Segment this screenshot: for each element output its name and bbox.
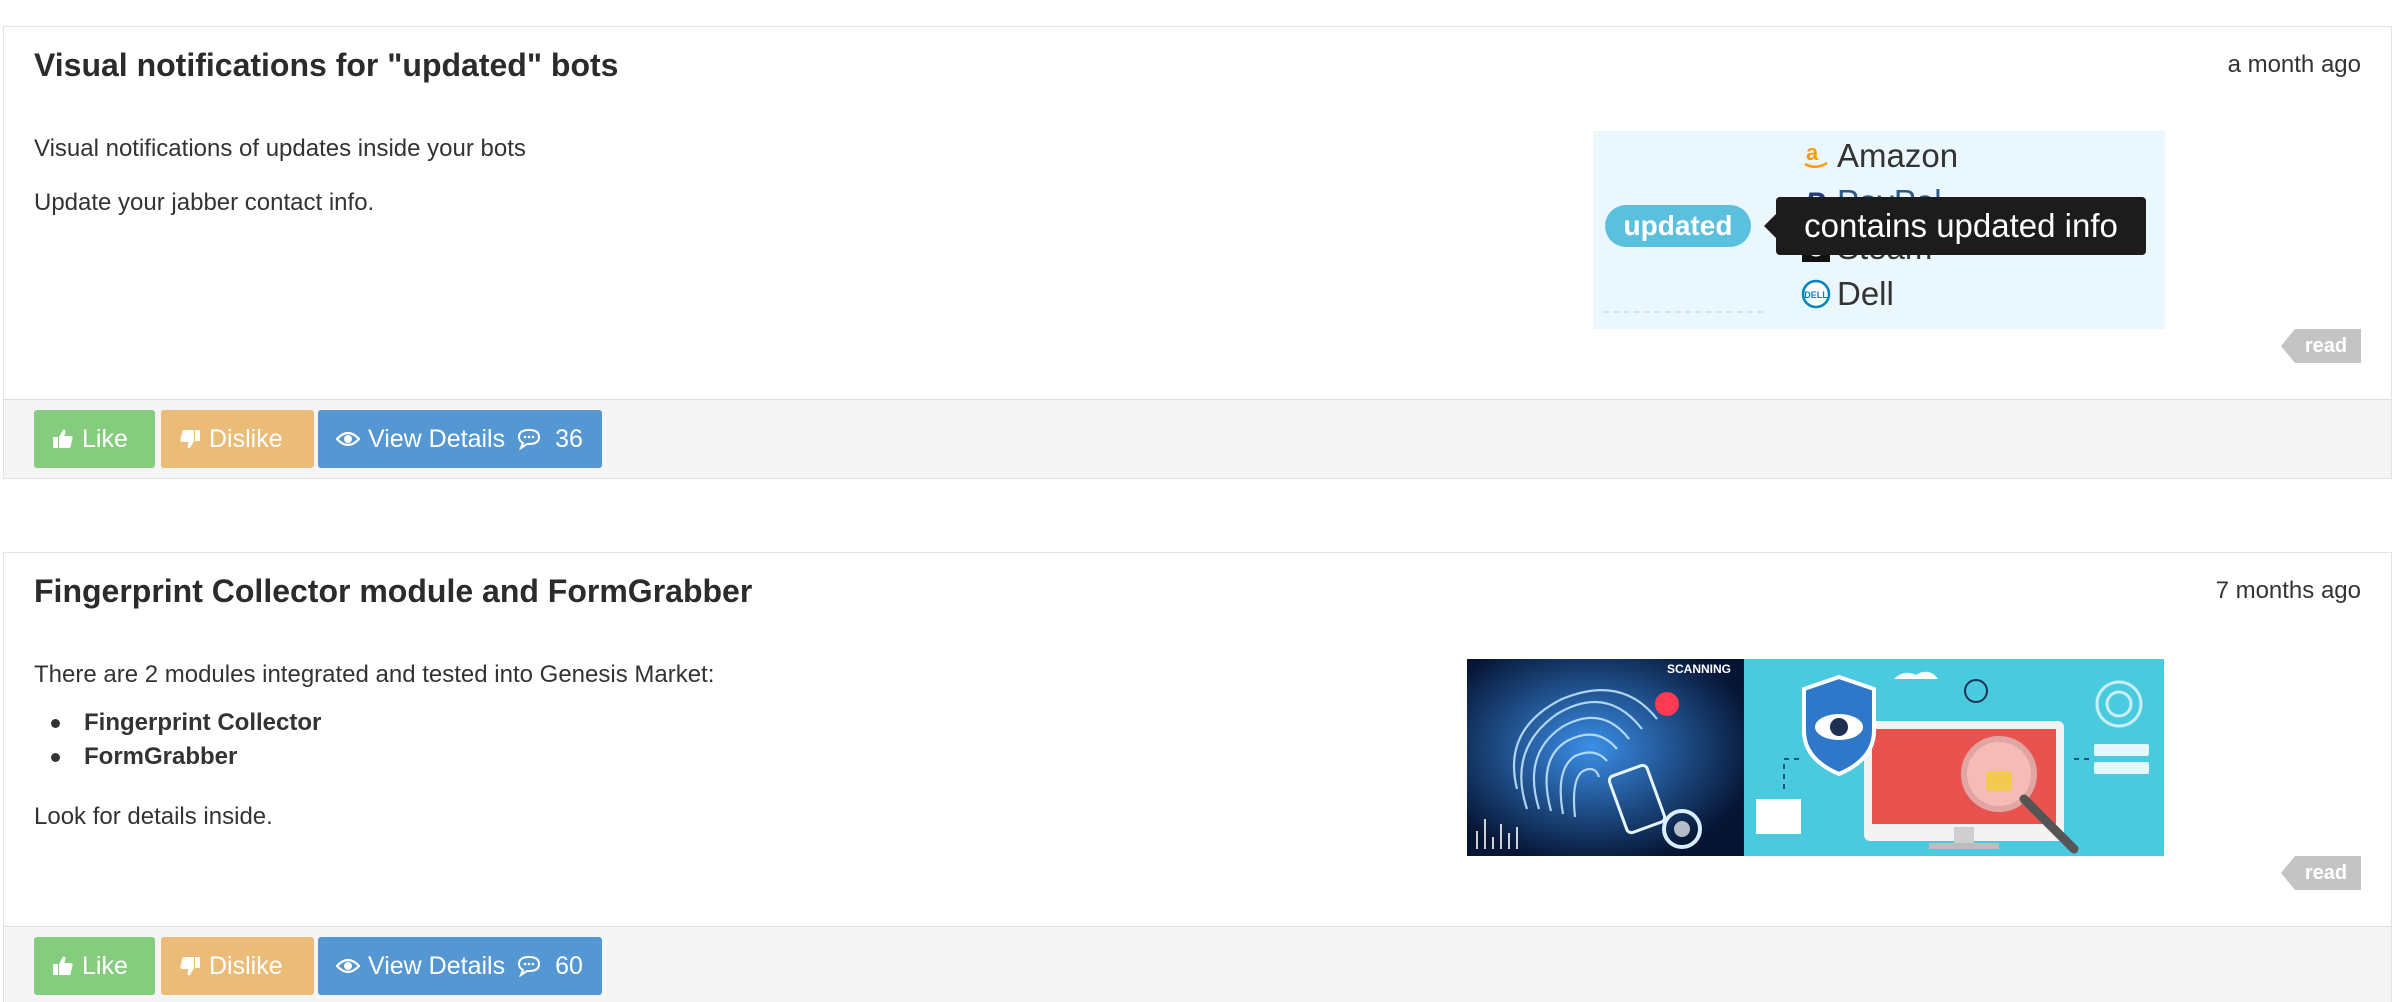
thumbs-up-icon xyxy=(53,429,73,448)
news-card: Visual notifications for "updated" bots … xyxy=(3,26,2392,479)
fingerprint-scan-image: SCANNING xyxy=(1467,659,1744,856)
brand-row-dell: DELL Dell xyxy=(1801,275,1894,313)
brand-row-amazon: a Amazon xyxy=(1801,137,1958,175)
comment-count: 60 xyxy=(555,951,583,980)
brand-label: Dell xyxy=(1837,275,1894,312)
thumbs-down-icon xyxy=(180,957,200,976)
card-footer: Like Dislike View Details 60 xyxy=(4,926,2391,1002)
post-paragraph: Update your jabber contact info. xyxy=(34,189,375,216)
comment-count: 36 xyxy=(555,424,583,453)
dashed-divider xyxy=(1603,311,1763,313)
thumbs-down-icon xyxy=(180,430,200,449)
updated-tooltip: contains updated info xyxy=(1764,197,2146,255)
scanning-label: SCANNING xyxy=(1667,662,1731,676)
dell-icon: DELL xyxy=(1801,279,1831,309)
updated-badge: updated xyxy=(1605,205,1751,247)
news-card: Fingerprint Collector module and FormGra… xyxy=(3,552,2392,1002)
eye-icon xyxy=(336,958,360,974)
amazon-icon: a xyxy=(1801,141,1831,171)
modules-illustration: SCANNING xyxy=(1467,659,2164,856)
list-item: Fingerprint Collector xyxy=(51,706,321,740)
post-title: Visual notifications for "updated" bots xyxy=(34,47,619,83)
view-details-button[interactable]: View Details 60 xyxy=(318,937,602,995)
brand-label: Amazon xyxy=(1837,137,1959,174)
like-button[interactable]: Like xyxy=(34,410,155,468)
read-tag: read xyxy=(2281,329,2361,363)
dislike-label: Dislike xyxy=(209,424,283,453)
updated-bots-illustration: a Amazon P PayPal Steam DELL Del xyxy=(1593,131,2165,329)
post-paragraph: There are 2 modules integrated and teste… xyxy=(34,661,715,688)
list-item: FormGrabber xyxy=(51,740,321,774)
module-list: Fingerprint Collector FormGrabber xyxy=(51,706,321,774)
thumbs-up-icon xyxy=(53,956,73,975)
post-title: Fingerprint Collector module and FormGra… xyxy=(34,573,753,609)
card-footer: Like Dislike View Details 36 xyxy=(4,399,2391,478)
view-details-label: View Details xyxy=(368,951,506,980)
post-time: 7 months ago xyxy=(2215,577,2361,604)
like-button[interactable]: Like xyxy=(34,937,155,995)
comment-icon xyxy=(518,955,541,977)
post-paragraph: Visual notifications of updates inside y… xyxy=(34,135,526,162)
post-paragraph: Look for details inside. xyxy=(34,803,273,830)
read-tag: read xyxy=(2281,856,2361,890)
svg-text:DELL: DELL xyxy=(1804,290,1828,300)
view-details-label: View Details xyxy=(368,424,506,453)
comment-icon xyxy=(518,428,541,450)
like-label: Like xyxy=(82,951,128,980)
dislike-label: Dislike xyxy=(209,951,283,980)
eye-icon xyxy=(336,431,360,447)
security-monitor-image xyxy=(1744,659,2164,856)
dislike-button[interactable]: Dislike xyxy=(161,937,314,995)
dislike-button[interactable]: Dislike xyxy=(161,410,314,468)
post-time: a month ago xyxy=(2227,51,2361,78)
like-label: Like xyxy=(82,424,128,453)
svg-text:a: a xyxy=(1806,142,1819,165)
view-details-button[interactable]: View Details 36 xyxy=(318,410,602,468)
